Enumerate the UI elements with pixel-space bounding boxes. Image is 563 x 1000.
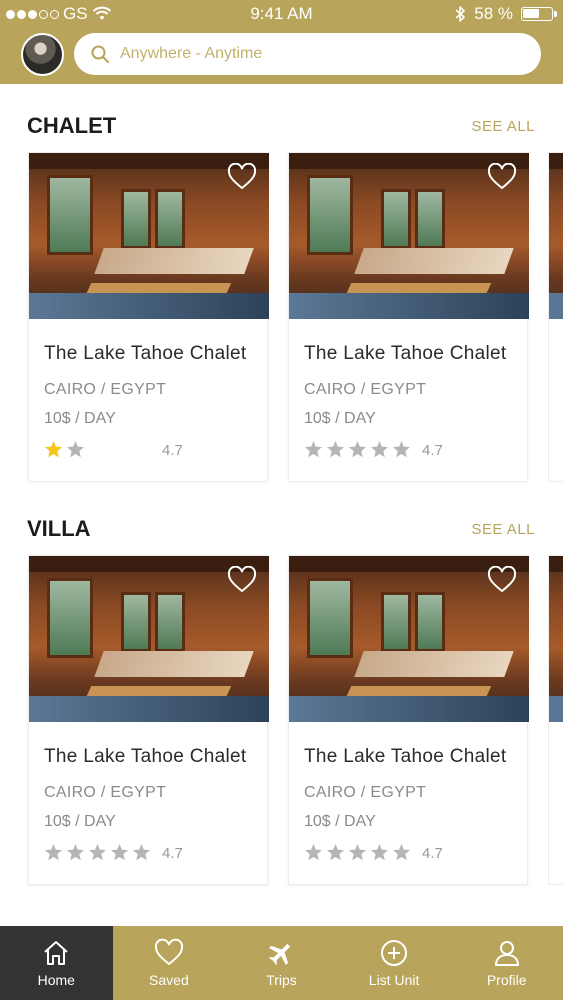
listing-card-peek[interactable] <box>548 555 563 885</box>
rating-stars <box>304 843 411 862</box>
status-bar: GS 9:41 AM 58 % <box>0 0 563 28</box>
favorite-heart-icon[interactable] <box>487 566 517 594</box>
bluetooth-icon <box>455 6 466 22</box>
rating-stars <box>304 440 411 459</box>
search-bar[interactable] <box>74 33 541 75</box>
listing-location: CAIRO / EGYPT <box>44 381 167 398</box>
listing-photo <box>549 153 563 319</box>
star-icon <box>67 441 84 458</box>
star-icon <box>393 441 410 458</box>
star-icon <box>67 844 84 861</box>
star-icon <box>305 844 322 861</box>
bottom-tab-bar: Home Saved Trips List Unit Profile <box>0 926 563 1000</box>
tab-trips[interactable]: Trips <box>225 926 338 1000</box>
rating-value: 4.7 <box>162 845 183 862</box>
listing-location: CAIRO / EGYPT <box>304 784 427 801</box>
tab-label: Trips <box>266 972 297 988</box>
tab-label: List Unit <box>368 972 420 988</box>
search-input[interactable] <box>120 45 520 63</box>
star-icon <box>111 844 128 861</box>
tab-label: Profile <box>486 972 527 988</box>
app-header: GS 9:41 AM 58 % <box>0 0 563 84</box>
star-icon <box>371 844 388 861</box>
listing-title: The Lake Tahoe Chalet <box>44 746 247 767</box>
listing-card-peek[interactable] <box>548 152 563 482</box>
tab-label: Saved <box>149 972 189 988</box>
heart-icon <box>154 938 183 966</box>
star-icon <box>349 844 366 861</box>
search-icon <box>91 45 109 63</box>
favorite-heart-icon[interactable] <box>227 163 257 191</box>
section-title-chalet: CHALET <box>27 113 117 138</box>
avatar[interactable] <box>21 33 64 76</box>
star-filled-icon <box>45 441 62 458</box>
rating-value: 4.7 <box>422 845 443 862</box>
star-icon <box>133 844 150 861</box>
plane-icon <box>269 943 291 966</box>
tab-saved[interactable]: Saved <box>113 926 226 1000</box>
star-icon <box>393 844 410 861</box>
listing-title: The Lake Tahoe Chalet <box>304 746 507 767</box>
star-icon <box>349 441 366 458</box>
rating-stars <box>44 843 151 862</box>
listing-price: 10$ / DAY <box>304 410 376 427</box>
listing-card[interactable]: The Lake Tahoe Chalet CAIRO / EGYPT 10$ … <box>288 152 529 482</box>
battery-percent: 58 % <box>474 4 513 23</box>
tab-home[interactable]: Home <box>0 926 113 1000</box>
see-all-villa-link[interactable]: SEE ALL <box>471 521 535 538</box>
rating-value: 4.7 <box>162 442 183 459</box>
star-icon <box>305 441 322 458</box>
favorite-heart-icon[interactable] <box>487 163 517 191</box>
listing-photo <box>549 556 563 722</box>
star-icon <box>89 844 106 861</box>
listing-card[interactable]: The Lake Tahoe Chalet CAIRO / EGYPT 10$ … <box>28 152 269 482</box>
status-right: 58 % <box>454 4 557 24</box>
rating-stars <box>44 440 85 459</box>
plus-circle-icon <box>381 940 408 966</box>
listing-title: The Lake Tahoe Chalet <box>44 343 247 364</box>
listing-title: The Lake Tahoe Chalet <box>304 343 507 364</box>
section-title-villa: VILLA <box>27 516 91 541</box>
listing-card[interactable]: The Lake Tahoe Chalet CAIRO / EGYPT 10$ … <box>288 555 529 885</box>
rating-value: 4.7 <box>422 442 443 459</box>
listing-location: CAIRO / EGYPT <box>304 381 427 398</box>
listing-price: 10$ / DAY <box>304 813 376 830</box>
tab-profile[interactable]: Profile <box>450 926 563 1000</box>
see-all-chalet-link[interactable]: SEE ALL <box>471 118 535 135</box>
listing-price: 10$ / DAY <box>44 410 116 427</box>
tab-label: Home <box>37 972 75 988</box>
favorite-heart-icon[interactable] <box>227 566 257 594</box>
listing-location: CAIRO / EGYPT <box>44 784 167 801</box>
user-icon <box>494 941 519 966</box>
home-icon <box>44 941 68 965</box>
star-icon <box>327 441 344 458</box>
tab-list-unit[interactable]: List Unit <box>338 926 451 1000</box>
listing-price: 10$ / DAY <box>44 813 116 830</box>
battery-icon <box>521 7 557 21</box>
star-icon <box>327 844 344 861</box>
star-icon <box>371 441 388 458</box>
listing-card[interactable]: The Lake Tahoe Chalet CAIRO / EGYPT 10$ … <box>28 555 269 885</box>
star-icon <box>45 844 62 861</box>
